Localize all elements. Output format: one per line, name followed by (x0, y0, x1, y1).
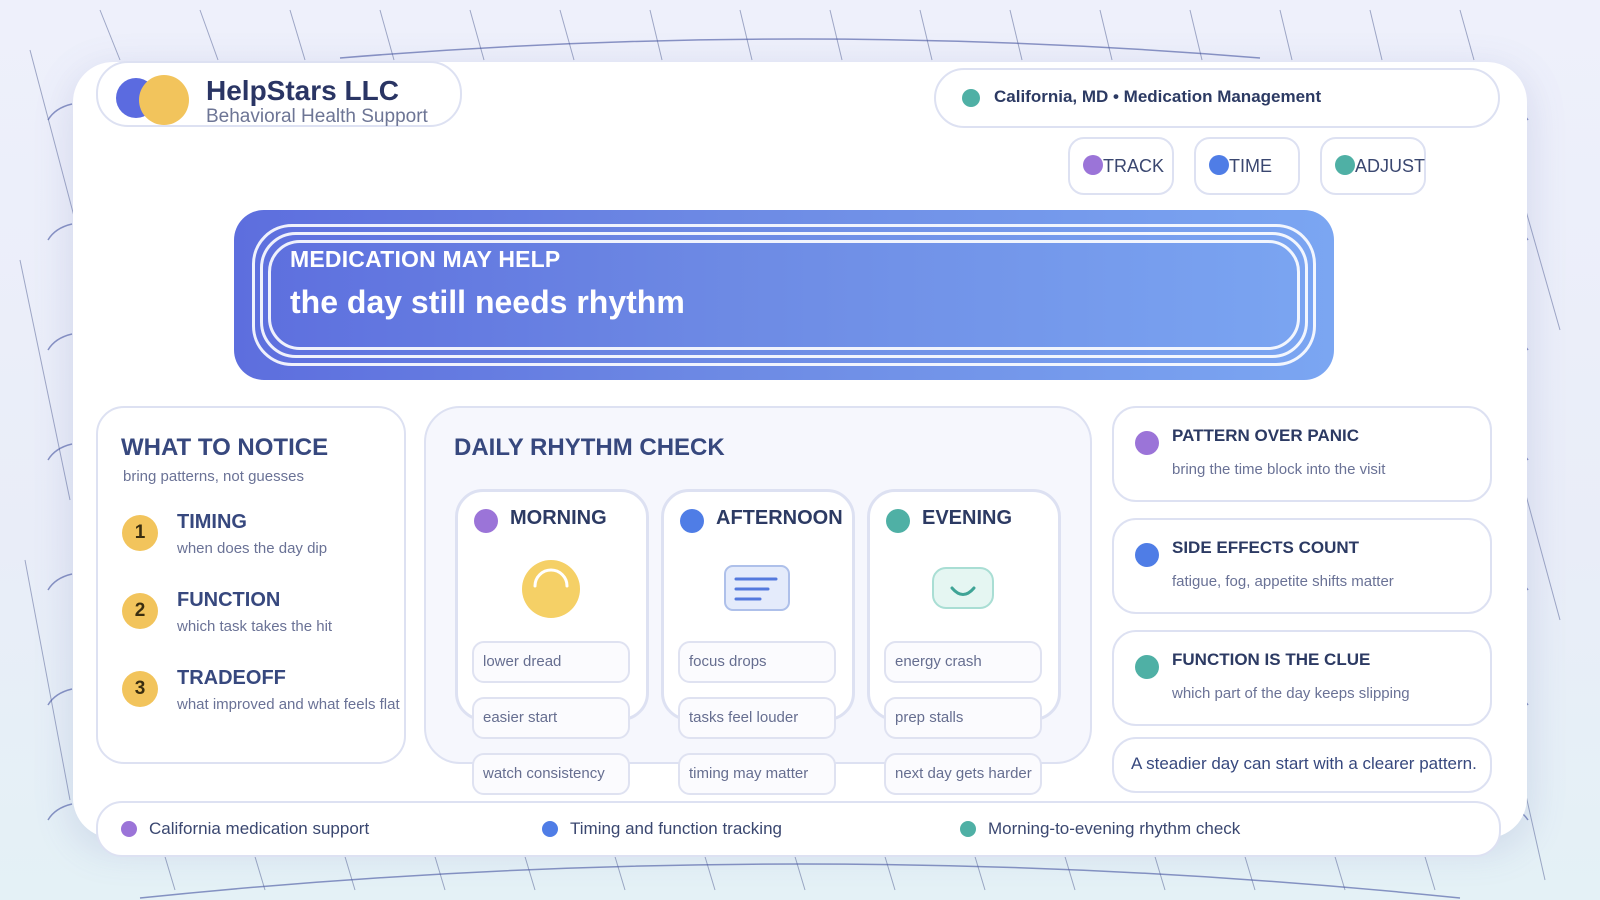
dot-icon (474, 509, 498, 533)
step-title: FUNCTION (177, 589, 281, 611)
tag-time[interactable]: TIME (1194, 137, 1300, 195)
chip: prep stalls (884, 697, 1042, 739)
column-evening: EVENING (867, 489, 1061, 721)
dot-icon (1135, 431, 1159, 455)
dot-icon (680, 509, 704, 533)
location-pill: California, MD • Medication Management (934, 68, 1500, 128)
chip: tasks feel louder (678, 697, 836, 739)
column-label: AFTERNOON (716, 507, 843, 529)
step-title: TRADEOFF (177, 667, 286, 689)
tag-adjust[interactable]: ADJUST (1320, 137, 1426, 195)
dot-icon (960, 821, 976, 837)
dot-icon (886, 509, 910, 533)
column-label: EVENING (922, 507, 1013, 529)
hero-banner: MEDICATION MAY HELP the day still needs … (234, 210, 1334, 380)
card-title: FUNCTION IS THE CLUE (1172, 650, 1371, 669)
chip: energy crash (884, 641, 1042, 683)
chip: focus drops (678, 641, 836, 683)
quote-text: A steadier day can start with a clearer … (1131, 754, 1477, 773)
footer-bar: California medication support Timing and… (96, 801, 1501, 857)
notes-icon (724, 565, 790, 611)
dot-icon (542, 821, 558, 837)
dot-icon (1135, 543, 1159, 567)
dot-icon (121, 821, 137, 837)
chip: next day gets harder (884, 753, 1042, 795)
brand-name: HelpStars LLC (206, 75, 399, 106)
dot-icon (1083, 155, 1103, 175)
dot-icon (1135, 655, 1159, 679)
chip: lower dread (472, 641, 630, 683)
step-desc: what improved and what feels flat (177, 696, 400, 713)
dot-icon (1335, 155, 1355, 175)
brand-tagline: Behavioral Health Support (206, 106, 428, 127)
sun-icon (522, 560, 580, 618)
card-desc: which part of the day keeps slipping (1172, 685, 1410, 702)
notice-panel: WHAT TO NOTICE bring patterns, not guess… (96, 406, 406, 764)
step-number: 2 (122, 593, 158, 629)
info-card: PATTERN OVER PANIC bring the time block … (1112, 406, 1492, 502)
chip: easier start (472, 697, 630, 739)
card-desc: fatigue, fog, appetite shifts matter (1172, 573, 1394, 590)
column-afternoon: AFTERNOON (661, 489, 855, 721)
rhythm-title: DAILY RHYTHM CHECK (454, 434, 725, 461)
tag-label: ADJUST (1355, 156, 1426, 176)
card-title: SIDE EFFECTS COUNT (1172, 538, 1360, 557)
step-number: 3 (122, 671, 158, 707)
tag-track[interactable]: TRACK (1068, 137, 1174, 195)
brand-pill[interactable]: HelpStars LLC Behavioral Health Support (96, 61, 462, 127)
logo-icon (116, 75, 196, 127)
column-label: MORNING (510, 507, 607, 529)
info-card: FUNCTION IS THE CLUE which part of the d… (1112, 630, 1492, 726)
info-card: SIDE EFFECTS COUNT fatigue, fog, appetit… (1112, 518, 1492, 614)
card-title: PATTERN OVER PANIC (1172, 426, 1360, 445)
smile-icon (932, 567, 994, 609)
chip: timing may matter (678, 753, 836, 795)
notice-title: WHAT TO NOTICE (121, 434, 329, 461)
footer-label: Morning-to-evening rhythm check (988, 819, 1241, 838)
footer-label: California medication support (149, 819, 370, 838)
tag-label: TRACK (1103, 156, 1165, 176)
card-desc: bring the time block into the visit (1172, 461, 1386, 478)
quote-pill: A steadier day can start with a clearer … (1112, 737, 1492, 793)
notice-subtitle: bring patterns, not guesses (123, 468, 304, 485)
step-desc: which task takes the hit (177, 618, 333, 635)
status-dot-icon (962, 89, 980, 107)
tag-label: TIME (1229, 156, 1272, 176)
hero-kicker: MEDICATION MAY HELP (290, 246, 561, 272)
location-text: California, MD • Medication Management (994, 87, 1322, 106)
step-title: TIMING (177, 511, 247, 533)
step-number: 1 (122, 515, 158, 551)
footer-label: Timing and function tracking (570, 819, 782, 838)
chip: watch consistency (472, 753, 630, 795)
step-desc: when does the day dip (177, 540, 328, 557)
dot-icon (1209, 155, 1229, 175)
hero-title: the day still needs rhythm (290, 284, 685, 320)
column-morning: MORNING (455, 489, 649, 721)
